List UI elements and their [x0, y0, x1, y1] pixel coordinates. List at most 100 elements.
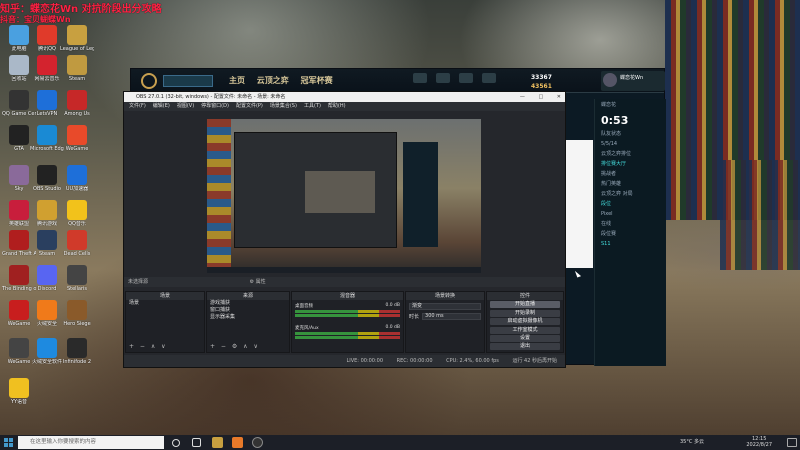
source-item[interactable]: 显示器采集 [207, 314, 289, 321]
obs-taskbar-icon[interactable] [252, 437, 263, 448]
wegame-taskbar-icon[interactable] [232, 437, 243, 448]
properties-button[interactable]: ⚙ 属性 [250, 279, 266, 285]
profile-card[interactable]: 蝶恋花Wn [601, 71, 665, 91]
league-logo-icon [141, 73, 157, 89]
close-button[interactable]: ✕ [557, 94, 561, 100]
desktop-icon-label: Steam [38, 251, 56, 257]
desktop-icon[interactable]: 火绒安全 [30, 300, 64, 327]
desktop-icon[interactable]: WeGame [60, 125, 94, 152]
desktop-icon[interactable]: 腾讯游戏 [30, 200, 64, 227]
desktop-icon[interactable]: Discord [30, 265, 64, 292]
obs-preview[interactable] [207, 119, 481, 273]
desktop-icon[interactable]: Steam [60, 55, 94, 82]
volume-meter[interactable] [295, 332, 400, 335]
desktop-icon[interactable]: Hero Siege [60, 300, 94, 327]
obs-menu-item[interactable]: 文件(F) [129, 103, 146, 109]
task-view-icon[interactable] [192, 438, 201, 447]
duration-label: 时长 [409, 314, 420, 320]
nav-home[interactable]: 主页 [229, 76, 245, 85]
volume-meter[interactable] [295, 336, 400, 339]
obs-menu-item[interactable]: 配置文件(P) [236, 103, 263, 109]
transition-type-select[interactable]: 渐变 [409, 303, 481, 310]
source-item[interactable]: 窗口捕获 [207, 307, 289, 314]
start-virtual-camera-button[interactable]: 启动虚拟摄像机 [490, 318, 560, 326]
obs-titlebar: OBS 27.0.1 (32-bit, windows) - 配置文件: 未命名… [124, 92, 565, 102]
wallpaper-bookshelf-lower [720, 160, 800, 270]
obs-menu-item[interactable]: 帮助(H) [328, 103, 346, 109]
cortana-icon[interactable] [172, 439, 180, 447]
nav-tft[interactable]: 云顶之弈 [257, 76, 289, 85]
desktop-icon-label: Microsoft Edge [30, 146, 64, 152]
desktop-icon[interactable]: League of Legends [60, 25, 94, 52]
volume-meter[interactable] [295, 310, 400, 313]
app-icon [9, 55, 29, 75]
app-icon [67, 230, 87, 250]
source-item[interactable]: 游戏捕获 [207, 300, 289, 307]
notification-icon[interactable] [787, 438, 797, 447]
desktop-icon[interactable]: 火绒安全软件 [30, 338, 64, 365]
league-taskbar-icon[interactable] [212, 437, 223, 448]
scenes-controls[interactable]: + − ∧ ∨ [129, 343, 168, 350]
play-button[interactable] [163, 75, 213, 87]
start-streaming-button[interactable]: 开始直播 [490, 301, 560, 309]
taskbar-clock[interactable]: 12:15 2022/8/27 [746, 436, 772, 448]
desktop-icon-label: Infinifode 2 [62, 359, 92, 365]
sources-title: 来源 [207, 292, 289, 300]
store-icon[interactable] [413, 73, 427, 83]
desktop-icon[interactable]: QQ音乐 [60, 200, 94, 227]
windows-start-icon[interactable] [4, 438, 13, 447]
transitions-dock: 场景转换 渐变 时长 300 ms [405, 291, 485, 353]
weather-widget[interactable]: 35°C 多云 [680, 435, 704, 450]
desktop-icon[interactable]: YY语音 [2, 378, 36, 405]
desktop-icon[interactable]: UU加速器 [60, 165, 94, 192]
desktop-icon[interactable]: 网易云音乐 [30, 55, 64, 82]
desktop-icon-label: 火绒安全 [36, 321, 57, 327]
social-line: 队友状态 [601, 131, 622, 137]
app-icon [9, 300, 29, 320]
app-icon [37, 200, 57, 220]
desktop-icon[interactable]: LetsVPN [30, 90, 64, 117]
desktop-icon[interactable]: OBS Studio [30, 165, 64, 192]
collection-icon[interactable] [436, 73, 450, 83]
start-recording-button[interactable]: 开始录制 [490, 309, 560, 317]
obs-menu-item[interactable]: 编辑(E) [153, 103, 170, 109]
obs-menu-item[interactable]: 工具(T) [304, 103, 321, 109]
sources-dock: 来源 游戏捕获 窗口捕获 显示器采集 + − ⚙ ∧ ∨ [206, 291, 290, 353]
desktop-icon[interactable]: Stellaris [60, 265, 94, 292]
social-line: 云顶之弈排位 [601, 151, 632, 157]
sources-controls[interactable]: + − ⚙ ∧ ∨ [210, 343, 260, 350]
obs-menu-item[interactable]: 场景集合(S) [270, 103, 297, 109]
settings-button[interactable]: 设置 [490, 334, 560, 342]
desktop-icon[interactable]: Among Us [60, 90, 94, 117]
desktop-icon-label: QQ音乐 [68, 221, 86, 227]
desktop-icon[interactable]: 腾讯QQ [30, 25, 64, 52]
desktop-icon[interactable]: Microsoft Edge [30, 125, 64, 152]
app-icon [37, 90, 57, 110]
scene-item[interactable]: 场景 [126, 300, 204, 307]
desktop-icon-label: LetsVPN [36, 111, 58, 117]
minimize-button[interactable]: — [520, 94, 525, 100]
mixer-title: 混音器 [292, 292, 403, 300]
desktop-icon[interactable]: Dead Cells [60, 230, 94, 257]
exit-button[interactable]: 退出 [490, 343, 560, 351]
volume-meter[interactable] [295, 314, 400, 317]
loot-icon[interactable] [459, 73, 473, 83]
maximize-button[interactable]: □ [538, 94, 543, 100]
nav-clash[interactable]: 冠军杯赛 [301, 76, 333, 85]
taskbar-search-input[interactable]: 在这里输入你要搜索的内容 [18, 436, 164, 449]
desktop-icon[interactable]: Steam [30, 230, 64, 257]
profile-name: 蝶恋花Wn [620, 75, 644, 81]
app-icon [9, 165, 29, 185]
obs-window[interactable]: OBS 27.0.1 (32-bit, windows) - 配置文件: 未命名… [123, 91, 566, 368]
duration-input[interactable]: 300 ms [422, 313, 481, 320]
studio-mode-button[interactable]: 工作室模式 [490, 326, 560, 334]
app-icon [9, 378, 29, 398]
desktop-icon[interactable]: Infinifode 2 [60, 338, 94, 365]
obs-menu-item[interactable]: 停靠窗口(D) [201, 103, 229, 109]
no-source-label: 未选择源 [128, 279, 149, 285]
profile-icon[interactable] [482, 73, 496, 83]
social-line: S11 [601, 241, 611, 247]
rec-status: REC: 00:00:00 [396, 358, 433, 364]
social-line: 云顶之弈 对局 [601, 191, 633, 197]
obs-menu-item[interactable]: 视图(V) [177, 103, 194, 109]
